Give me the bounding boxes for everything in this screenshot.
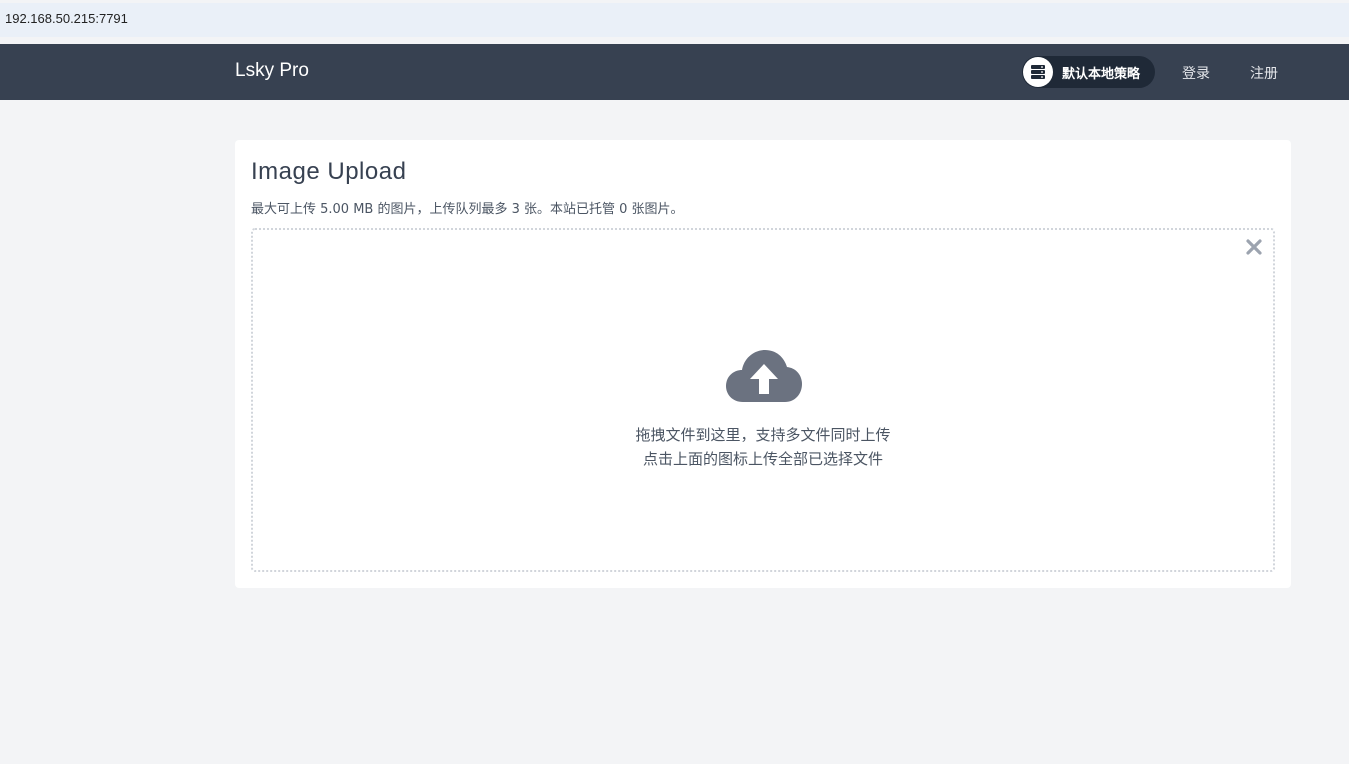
- strategy-selector-button[interactable]: 默认本地策略: [1022, 56, 1155, 88]
- cloud-upload-icon[interactable]: [725, 348, 803, 408]
- page-title: Image Upload: [251, 158, 407, 185]
- dropzone-hint-click: 点击上面的图标上传全部已选择文件: [642, 450, 883, 468]
- address-bar[interactable]: 192.168.50.215:7791: [0, 3, 1349, 37]
- brand-logo-text[interactable]: Lsky Pro: [235, 60, 309, 82]
- dropzone-hint-drag: 拖拽文件到这里，支持多文件同时上传: [635, 426, 891, 444]
- address-url[interactable]: 192.168.50.215:7791: [5, 11, 128, 26]
- login-link[interactable]: 登录: [1182, 63, 1210, 83]
- register-link[interactable]: 注册: [1250, 63, 1278, 83]
- top-navbar: Lsky Pro 默认本地策略 登录 注册: [0, 44, 1349, 100]
- strategy-label: 默认本地策略: [1062, 67, 1141, 82]
- strategy-icon-wrapper: [1023, 57, 1053, 87]
- close-icon[interactable]: [1245, 238, 1263, 256]
- upload-dropzone[interactable]: 拖拽文件到这里，支持多文件同时上传 点击上面的图标上传全部已选择文件: [251, 228, 1275, 572]
- server-icon: [1031, 65, 1045, 79]
- upload-limits-text: 最大可上传 5.00 MB 的图片，上传队列最多 3 张。本站已托管 0 张图片…: [251, 202, 684, 217]
- upload-card: Image Upload 最大可上传 5.00 MB 的图片，上传队列最多 3 …: [235, 140, 1291, 588]
